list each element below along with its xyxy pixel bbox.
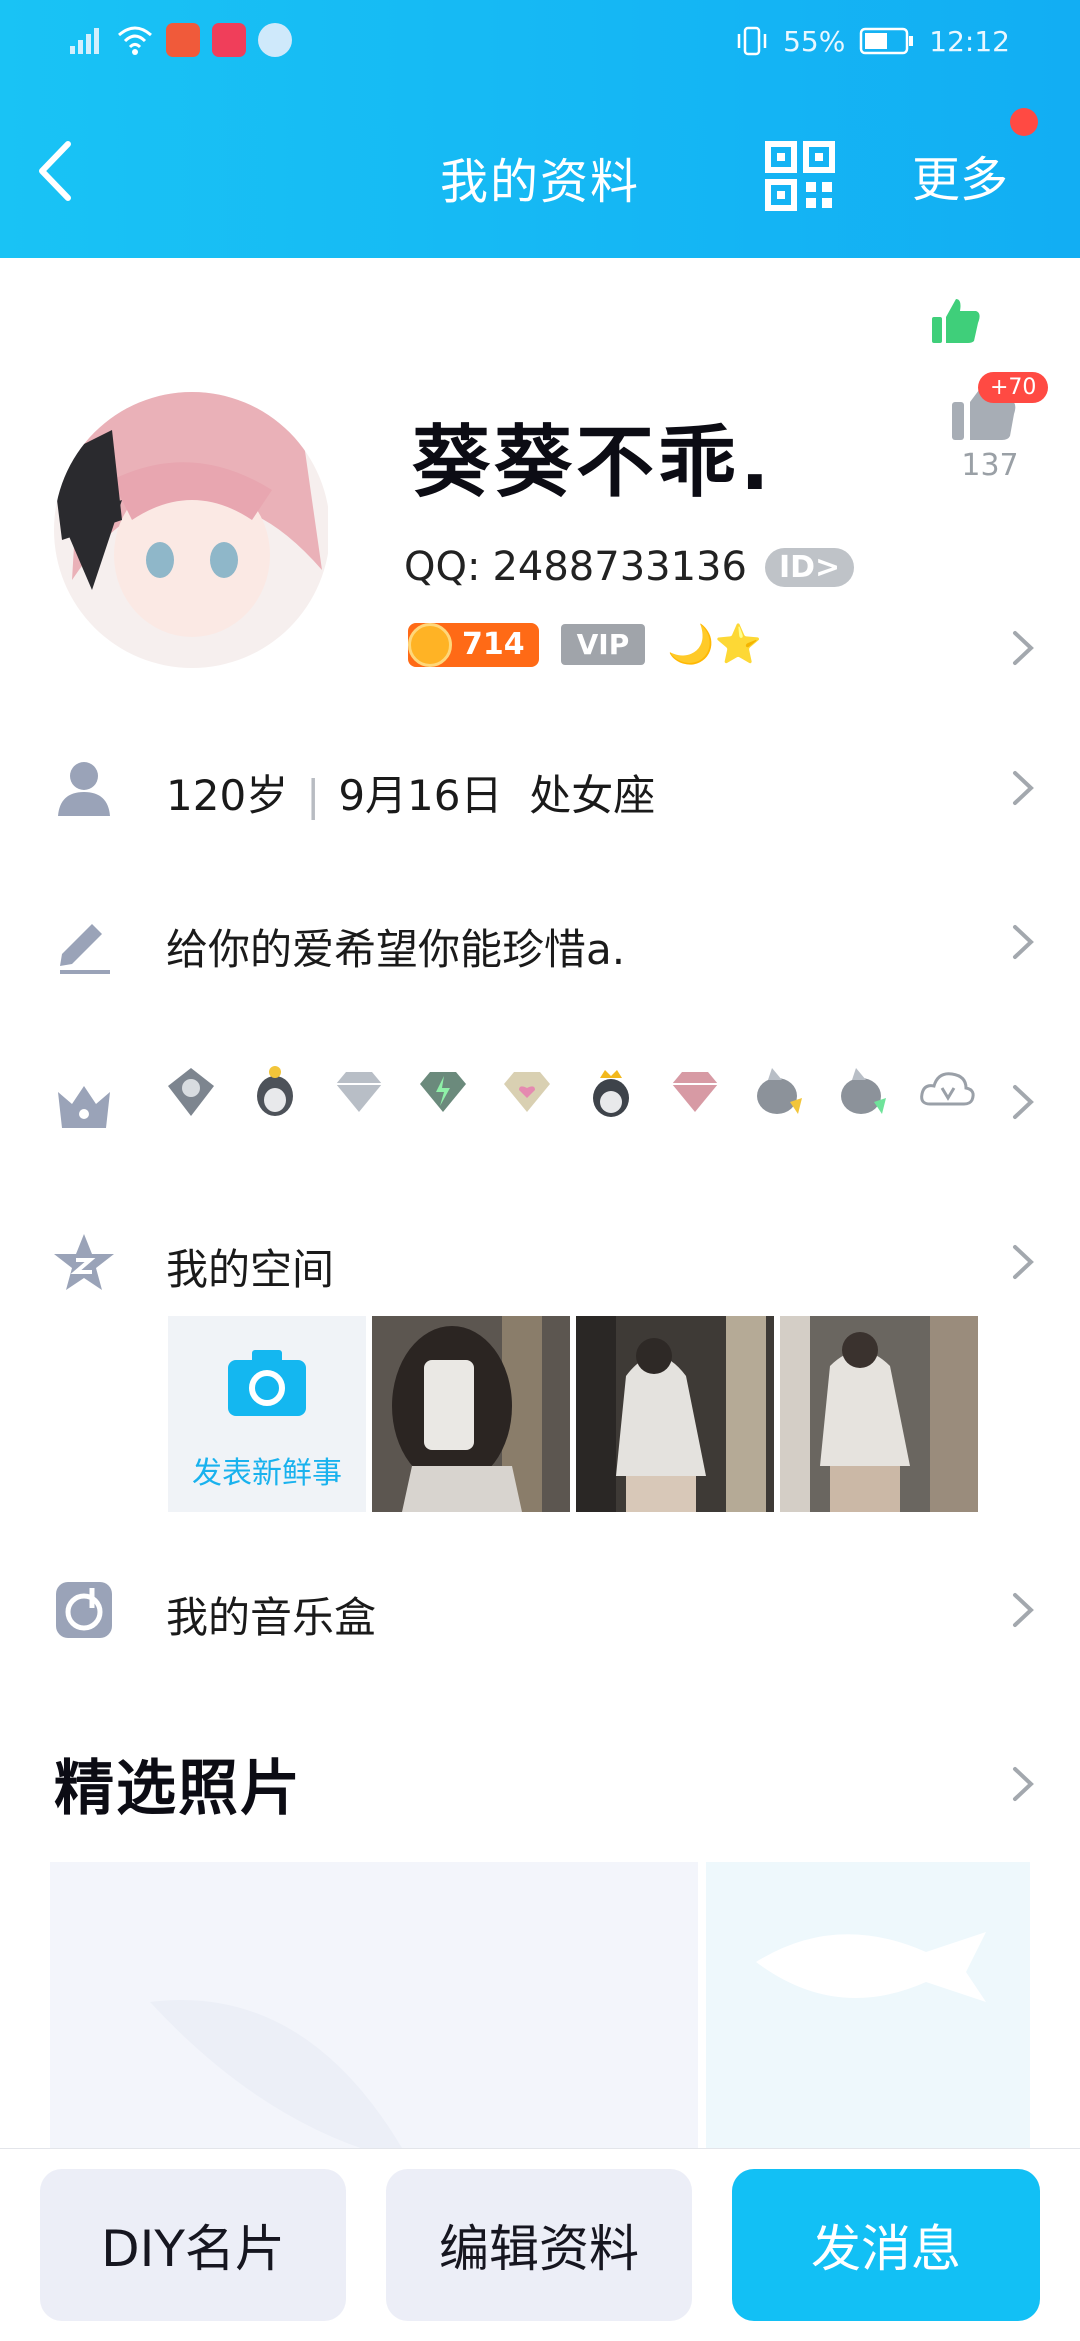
header: 55% 12:12 我的资料 更多 <box>0 0 1080 258</box>
chevron-right-icon[interactable] <box>1010 1764 1036 1804</box>
wifi-icon <box>118 26 152 55</box>
qq-number: 2488733136 <box>492 544 747 590</box>
like-count: 137 <box>961 448 1019 483</box>
send-message-button[interactable]: 发消息 <box>732 2169 1040 2321</box>
diy-card-button[interactable]: DIY名片 <box>40 2169 346 2321</box>
qzone-star-icon <box>54 1234 114 1290</box>
qq-label: QQ: <box>404 544 481 590</box>
avatar[interactable] <box>52 370 328 676</box>
chevron-right-icon[interactable] <box>1010 922 1036 962</box>
cloud-vip-badge-icon <box>920 1072 975 1106</box>
signature[interactable]: 给你的爱希望你能珍惜a. <box>166 916 625 977</box>
coin-badge: 714 <box>408 622 539 667</box>
diamond-gray-badge-icon <box>336 1072 382 1112</box>
penguin-badge-icon <box>257 1066 293 1116</box>
post-new-button[interactable]: 发表新鲜事 <box>168 1316 366 1512</box>
edit-pencil-icon <box>60 924 110 974</box>
badge-strip[interactable] <box>162 1062 976 1120</box>
my-space-label[interactable]: 我的空间 <box>166 1236 334 1297</box>
music-box-label[interactable]: 我的音乐盒 <box>166 1584 376 1645</box>
qr-code-icon[interactable] <box>764 140 836 212</box>
camera-icon <box>228 1350 306 1416</box>
post-new-label: 发表新鲜事 <box>192 1456 342 1491</box>
penguin-gold-badge-icon <box>757 1068 802 1114</box>
notification-dot <box>1010 108 1038 136</box>
chevron-right-icon[interactable] <box>1010 628 1036 668</box>
app-icon <box>166 23 200 57</box>
browser-icon <box>258 23 292 57</box>
penguin-crown-badge-icon <box>593 1070 629 1117</box>
diamond-pink-badge-icon <box>672 1072 718 1112</box>
space-photo[interactable] <box>576 1316 774 1512</box>
crown-icon <box>58 1086 110 1128</box>
qq-number-line: QQ: 2488733136 ID> <box>404 544 855 590</box>
signal-icon <box>70 28 99 54</box>
diamond-green-badge-icon <box>420 1072 466 1112</box>
more-button[interactable]: 更多 <box>912 140 1008 210</box>
status-icons-right: 55% 12:12 <box>735 24 1010 58</box>
diamond-heart-badge-icon <box>504 1072 550 1112</box>
chevron-right-icon[interactable] <box>1010 768 1036 808</box>
edit-profile-button[interactable]: 编辑资料 <box>386 2169 692 2321</box>
coin-icon <box>408 622 452 667</box>
space-photo[interactable] <box>372 1316 570 1512</box>
id-button[interactable]: ID> <box>764 547 855 587</box>
status-bar: 55% 12:12 <box>0 0 1080 90</box>
battery-icon <box>860 27 914 55</box>
coin-count: 714 <box>462 627 525 662</box>
divider: | <box>306 771 321 820</box>
nickname: 葵葵不乖. <box>412 418 774 508</box>
chevron-right-icon[interactable] <box>1010 1242 1036 1282</box>
thumbs-up-icon[interactable] <box>930 295 982 347</box>
basic-info-row[interactable]: 120岁 | 9月16日 处女座 <box>166 762 655 823</box>
age: 120岁 <box>166 771 289 820</box>
penguin-green-badge-icon <box>841 1068 886 1114</box>
vibrate-icon <box>737 26 767 56</box>
penguin-knight-badge-icon <box>168 1068 214 1116</box>
battery-percent: 55% <box>783 24 846 58</box>
chevron-right-icon[interactable] <box>1010 1082 1036 1122</box>
level-icons: 🌙⭐ <box>667 622 762 666</box>
badge-row[interactable]: 714 VIP 🌙⭐ <box>408 622 762 667</box>
chevron-right-icon[interactable] <box>1010 1590 1036 1630</box>
music-box-icon <box>56 1582 112 1638</box>
video-app-icon <box>212 23 246 57</box>
clock: 12:12 <box>929 24 1010 58</box>
person-icon <box>58 762 110 816</box>
featured-photos-title: 精选照片 <box>54 1754 302 1824</box>
like-increment-badge: +70 <box>978 372 1049 403</box>
status-icons-left <box>68 22 292 58</box>
vip-badge: VIP <box>560 624 646 665</box>
space-photo[interactable] <box>780 1316 978 1512</box>
birthday: 9月16日 <box>338 771 503 820</box>
zodiac: 处女座 <box>529 771 656 820</box>
bottom-action-bar: DIY名片 编辑资料 发消息 <box>0 2148 1080 2341</box>
